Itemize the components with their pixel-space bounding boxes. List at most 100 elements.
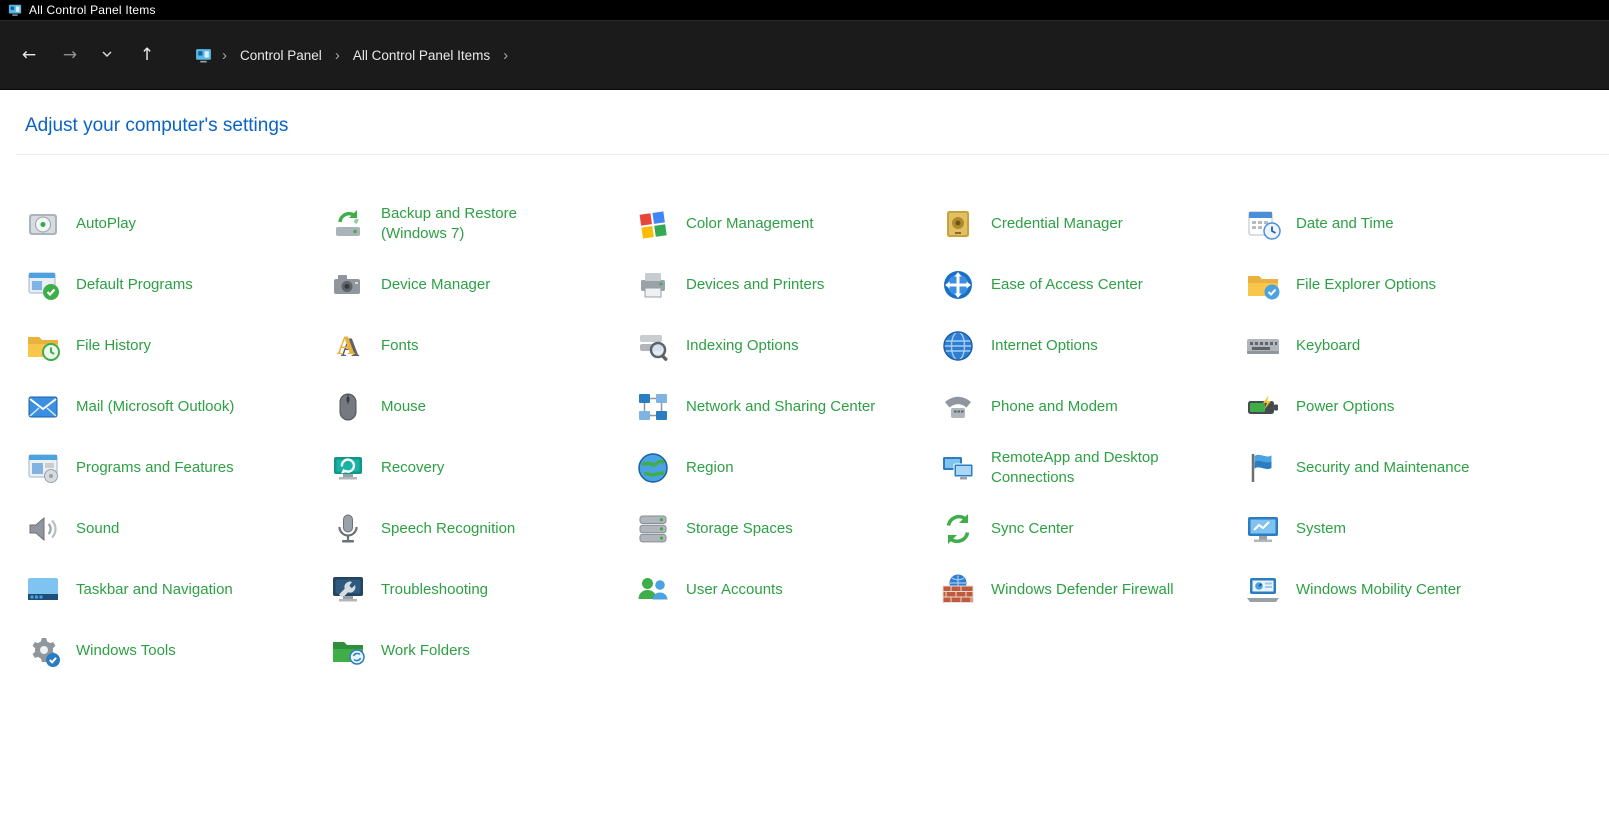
control-panel-item-label[interactable]: Date and Time <box>1296 214 1394 233</box>
troubleshooting-icon <box>330 572 366 608</box>
control-panel-item-label[interactable]: File Explorer Options <box>1296 275 1436 294</box>
control-panel-item-label[interactable]: Region <box>686 458 734 477</box>
control-panel-item[interactable]: Indexing Options <box>635 328 940 364</box>
control-panel-item[interactable]: Speech Recognition <box>330 511 635 547</box>
control-panel-item-label[interactable]: System <box>1296 519 1346 538</box>
control-panel-item-label[interactable]: Work Folders <box>381 641 470 660</box>
control-panel-item-label[interactable]: Default Programs <box>76 275 193 294</box>
windows-defender-firewall-icon <box>940 572 976 608</box>
control-panel-item[interactable]: Mouse <box>330 389 635 425</box>
control-panel-item[interactable]: Devices and Printers <box>635 267 940 303</box>
control-panel-item-label[interactable]: Windows Defender Firewall <box>991 580 1174 599</box>
control-panel-item-label[interactable]: Mail (Microsoft Outlook) <box>76 397 234 416</box>
control-panel-item[interactable]: Recovery <box>330 450 635 486</box>
chevron-separator-icon: › <box>220 47 229 64</box>
control-panel-item[interactable]: Backup and Restore (Windows 7) <box>330 204 635 242</box>
control-panel-item-label[interactable]: Network and Sharing Center <box>686 397 875 416</box>
control-panel-item[interactable]: AAFonts <box>330 328 635 364</box>
power-options-icon <box>1245 389 1281 425</box>
control-panel-item[interactable]: Mail (Microsoft Outlook) <box>25 389 330 425</box>
up-button[interactable]: ↑ <box>130 38 164 72</box>
breadcrumb-control-panel[interactable]: Control Panel <box>233 43 329 68</box>
control-panel-item[interactable]: Storage Spaces <box>635 511 940 547</box>
control-panel-item-label[interactable]: Security and Maintenance <box>1296 458 1469 477</box>
control-panel-item[interactable]: Color Management <box>635 206 940 242</box>
control-panel-item-label[interactable]: Mouse <box>381 397 426 416</box>
control-panel-item-label[interactable]: User Accounts <box>686 580 783 599</box>
control-panel-item-label[interactable]: Sound <box>76 519 119 538</box>
control-panel-item-label[interactable]: Ease of Access Center <box>991 275 1143 294</box>
control-panel-item-label[interactable]: Keyboard <box>1296 336 1360 355</box>
internet-options-icon <box>940 328 976 364</box>
control-panel-item-label[interactable]: Indexing Options <box>686 336 799 355</box>
control-panel-item[interactable]: System <box>1245 511 1550 547</box>
control-panel-item-label[interactable]: Devices and Printers <box>686 275 824 294</box>
control-panel-item[interactable]: Sound <box>25 511 330 547</box>
control-panel-item-label[interactable]: Recovery <box>381 458 444 477</box>
control-panel-item-label[interactable]: Internet Options <box>991 336 1098 355</box>
control-panel-item-label[interactable]: Power Options <box>1296 397 1394 416</box>
control-panel-item-label[interactable]: Device Manager <box>381 275 490 294</box>
control-panel-item[interactable]: Default Programs <box>25 267 330 303</box>
control-panel-item-label[interactable]: Speech Recognition <box>381 519 515 538</box>
control-panel-item[interactable]: Credential Manager <box>940 206 1245 242</box>
control-panel-item-label[interactable]: Fonts <box>381 336 419 355</box>
control-panel-item-label[interactable]: File History <box>76 336 151 355</box>
control-panel-item-label[interactable]: Storage Spaces <box>686 519 793 538</box>
control-panel-item-label[interactable]: Sync Center <box>991 519 1074 538</box>
control-panel-item[interactable]: Windows Mobility Center <box>1245 572 1550 608</box>
navigation-bar: ← → ↑ › Control Panel › All Control Pane… <box>0 20 1609 90</box>
control-panel-icon[interactable] <box>195 47 212 64</box>
control-panel-item[interactable]: Power Options <box>1245 389 1550 425</box>
control-panel-item[interactable]: Work Folders <box>330 633 635 669</box>
control-panel-item[interactable]: RemoteApp and Desktop Connections <box>940 448 1245 486</box>
control-panel-item[interactable]: Phone and Modem <box>940 389 1245 425</box>
recovery-icon <box>330 450 366 486</box>
control-panel-item[interactable]: Keyboard <box>1245 328 1550 364</box>
control-panel-item-label[interactable]: Windows Tools <box>76 641 176 660</box>
windows-tools-icon <box>25 633 61 669</box>
control-panel-item-label[interactable]: RemoteApp and Desktop Connections <box>991 448 1196 486</box>
mail-icon <box>25 389 61 425</box>
control-panel-item[interactable]: Ease of Access Center <box>940 267 1245 303</box>
control-panel-item[interactable]: Windows Defender Firewall <box>940 572 1245 608</box>
control-panel-item[interactable]: Region <box>635 450 940 486</box>
control-panel-item[interactable]: Security and Maintenance <box>1245 450 1550 486</box>
control-panel-item-label[interactable]: Taskbar and Navigation <box>76 580 233 599</box>
control-panel-item-label[interactable]: Phone and Modem <box>991 397 1118 416</box>
control-panel-item[interactable]: File Explorer Options <box>1245 267 1550 303</box>
forward-button[interactable]: → <box>53 38 87 72</box>
control-panel-item-label[interactable]: Programs and Features <box>76 458 234 477</box>
control-panel-item-label[interactable]: Windows Mobility Center <box>1296 580 1461 599</box>
chevron-down-icon <box>101 47 113 64</box>
back-button[interactable]: ← <box>12 38 46 72</box>
default-programs-icon <box>25 267 61 303</box>
control-panel-item-label[interactable]: AutoPlay <box>76 214 136 233</box>
control-panel-item[interactable]: AutoPlay <box>25 206 330 242</box>
control-panel-item[interactable]: Internet Options <box>940 328 1245 364</box>
control-panel-item[interactable]: Programs and Features <box>25 450 330 486</box>
breadcrumb-all-control-panel-items[interactable]: All Control Panel Items <box>346 43 497 68</box>
phone-modem-icon <box>940 389 976 425</box>
control-panel-item[interactable]: Sync Center <box>940 511 1245 547</box>
control-panel-item[interactable]: Troubleshooting <box>330 572 635 608</box>
content-area: Adjust your computer's settings AutoPlay… <box>0 90 1609 838</box>
control-panel-item[interactable]: Device Manager <box>330 267 635 303</box>
control-panel-item[interactable]: User Accounts <box>635 572 940 608</box>
control-panel-item[interactable]: Network and Sharing Center <box>635 389 940 425</box>
recent-locations-button[interactable] <box>94 38 120 72</box>
control-panel-item[interactable]: File History <box>25 328 330 364</box>
control-panel-item[interactable]: Windows Tools <box>25 633 330 669</box>
system-icon <box>1245 511 1281 547</box>
credential-manager-icon <box>940 206 976 242</box>
control-panel-item[interactable]: Taskbar and Navigation <box>25 572 330 608</box>
titlebar: All Control Panel Items <box>0 0 1609 20</box>
control-panel-item-label[interactable]: Troubleshooting <box>381 580 488 599</box>
control-panel-item-label[interactable]: Credential Manager <box>991 214 1123 233</box>
forward-arrow-icon: → <box>63 47 77 64</box>
control-panel-item-label[interactable]: Backup and Restore (Windows 7) <box>381 204 586 242</box>
control-panel-item-label[interactable]: Color Management <box>686 214 814 233</box>
breadcrumb: › Control Panel › All Control Panel Item… <box>195 43 510 68</box>
back-arrow-icon: ← <box>22 47 36 64</box>
control-panel-item[interactable]: Date and Time <box>1245 206 1550 242</box>
